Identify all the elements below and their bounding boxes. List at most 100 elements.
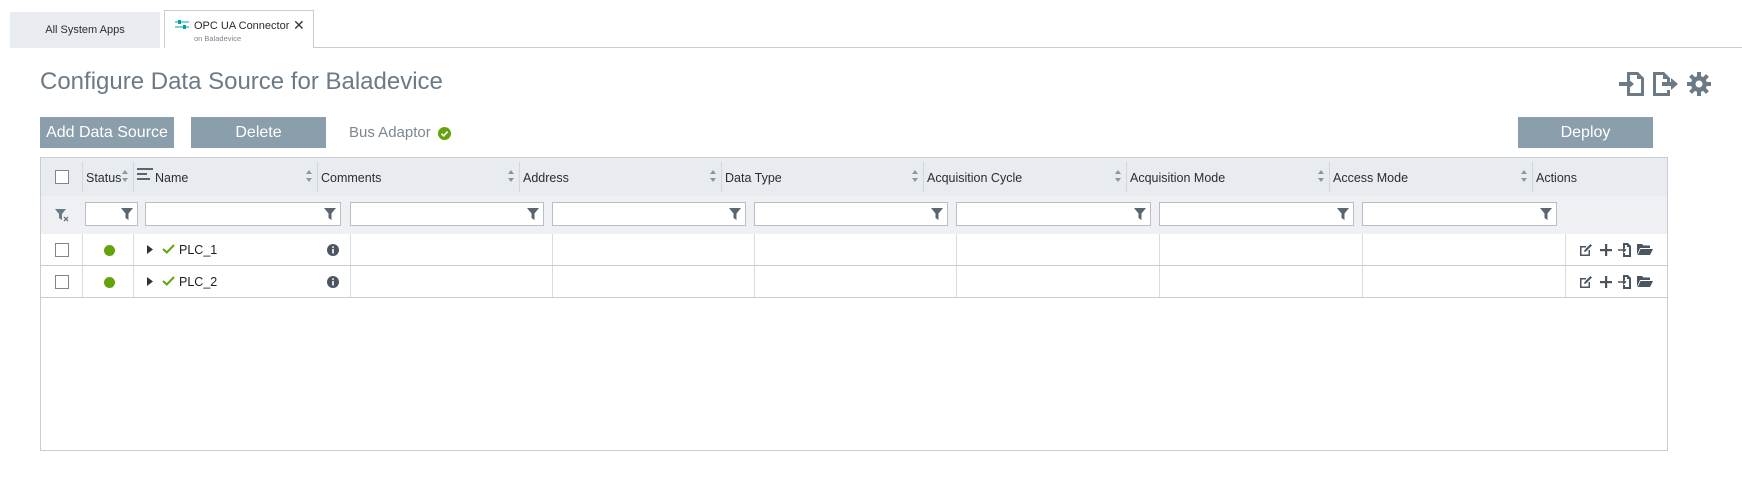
cell-divider	[552, 234, 553, 265]
import-icon[interactable]	[1618, 243, 1632, 257]
filter-icon[interactable]	[1337, 208, 1349, 220]
row-checkbox[interactable]	[55, 243, 69, 257]
name-filter-input[interactable]	[145, 202, 341, 226]
column-header-acquisition-cycle[interactable]: Acquisition Cycle	[923, 158, 1126, 196]
address-filter-input[interactable]	[552, 202, 746, 226]
group-lines-icon[interactable]	[137, 168, 153, 180]
expand-arrow-icon[interactable]	[147, 245, 153, 254]
edit-icon[interactable]	[1579, 243, 1593, 257]
column-label: Comments	[321, 171, 382, 185]
status-filter-input[interactable]	[85, 202, 138, 226]
cell-divider	[956, 266, 957, 297]
sort-icon[interactable]	[121, 169, 129, 183]
gear-icon[interactable]	[1685, 70, 1713, 98]
sort-icon[interactable]	[1317, 169, 1325, 183]
import-icon[interactable]	[1618, 275, 1632, 289]
connector-icon	[175, 20, 189, 29]
close-icon[interactable]: ✕	[293, 17, 305, 34]
cell-divider	[82, 234, 83, 265]
column-header-acquisition-mode[interactable]: Acquisition Mode	[1126, 158, 1329, 196]
tab-label: All System Apps	[45, 24, 125, 36]
cell-divider	[82, 266, 83, 297]
sort-icon[interactable]	[1114, 169, 1122, 183]
column-header-data-type[interactable]: Data Type	[721, 158, 923, 196]
cell-divider	[956, 234, 957, 265]
select-all-checkbox[interactable]	[55, 170, 69, 184]
column-label: Access Mode	[1333, 171, 1409, 185]
checkmark-icon	[162, 276, 175, 286]
table-row[interactable]: PLC_1	[41, 234, 1667, 266]
table-row[interactable]: PLC_2	[41, 266, 1667, 298]
import-icon[interactable]	[1618, 70, 1646, 98]
delete-button-label: Delete	[235, 123, 282, 141]
acquisition-cycle-filter-input[interactable]	[956, 202, 1151, 226]
cell-divider	[350, 234, 351, 265]
column-header-access-mode[interactable]: Access Mode	[1329, 158, 1532, 196]
info-icon[interactable]	[327, 244, 339, 256]
cell-divider	[1565, 234, 1566, 265]
add-icon[interactable]	[1599, 243, 1613, 257]
info-icon[interactable]	[327, 276, 339, 288]
column-label: Status	[86, 171, 122, 185]
cell-divider	[754, 234, 755, 265]
data-source-table: Status Name Comments Address Data Type A…	[40, 157, 1668, 451]
sort-icon[interactable]	[305, 169, 313, 183]
cell-divider	[1159, 234, 1160, 265]
tab-subtitle: on Baladevice	[194, 34, 242, 43]
tab-baseline	[314, 47, 1742, 48]
tab-opc-ua-connector[interactable]: OPC UA Connector on Baladevice ✕	[164, 10, 314, 48]
sort-icon[interactable]	[1520, 169, 1528, 183]
filter-icon[interactable]	[729, 208, 741, 220]
column-header-address[interactable]: Address	[519, 158, 721, 196]
column-label: Data Type	[725, 171, 782, 185]
tab-all-system-apps[interactable]: All System Apps	[10, 12, 160, 48]
filter-icon[interactable]	[527, 208, 539, 220]
cell-divider	[133, 266, 134, 297]
comments-filter-input[interactable]	[350, 202, 544, 226]
page-title: Configure Data Source for Baladevice	[40, 68, 443, 95]
filter-row	[41, 196, 1667, 234]
folder-icon[interactable]	[1637, 275, 1653, 288]
edit-icon[interactable]	[1579, 275, 1593, 289]
add-icon[interactable]	[1599, 275, 1613, 289]
access-mode-filter-input[interactable]	[1362, 202, 1557, 226]
cell-divider	[754, 266, 755, 297]
cell-divider	[1362, 266, 1363, 297]
column-label: Acquisition Cycle	[927, 171, 1023, 185]
row-checkbox[interactable]	[55, 275, 69, 289]
data-type-filter-input[interactable]	[754, 202, 948, 226]
delete-button[interactable]: Delete	[191, 117, 326, 148]
clear-filter-icon[interactable]	[55, 208, 69, 222]
expand-arrow-icon[interactable]	[147, 277, 153, 286]
acquisition-mode-filter-input[interactable]	[1159, 202, 1354, 226]
filter-icon[interactable]	[324, 208, 336, 220]
sort-icon[interactable]	[911, 169, 919, 183]
filter-icon[interactable]	[121, 208, 133, 220]
column-label: Name	[155, 171, 189, 185]
column-label: Acquisition Mode	[1130, 171, 1226, 185]
check-circle-icon	[438, 127, 451, 140]
deploy-button[interactable]: Deploy	[1518, 117, 1653, 148]
cell-divider	[1362, 234, 1363, 265]
status-dot	[104, 277, 115, 288]
folder-icon[interactable]	[1637, 243, 1653, 256]
filter-icon[interactable]	[1134, 208, 1146, 220]
filter-icon[interactable]	[1540, 208, 1552, 220]
cell-divider	[552, 266, 553, 297]
deploy-button-label: Deploy	[1560, 123, 1611, 141]
sort-icon[interactable]	[709, 169, 717, 183]
row-name: PLC_2	[179, 275, 218, 289]
row-name: PLC_1	[179, 243, 218, 257]
column-header-name[interactable]: Name	[133, 158, 317, 196]
column-label: Actions	[1536, 171, 1577, 185]
export-icon[interactable]	[1651, 70, 1679, 98]
filter-icon[interactable]	[931, 208, 943, 220]
sort-icon[interactable]	[507, 169, 515, 183]
column-header-comments[interactable]: Comments	[317, 158, 519, 196]
tab-title: OPC UA Connector	[194, 20, 290, 32]
add-data-source-button[interactable]: Add Data Source	[40, 117, 174, 148]
column-header-status[interactable]: Status	[82, 158, 133, 196]
cell-divider	[133, 234, 134, 265]
tab-bar: All System Apps OPC UA Connector on Bala…	[0, 0, 1742, 48]
bus-adaptor-label: Bus Adaptor	[349, 124, 431, 141]
